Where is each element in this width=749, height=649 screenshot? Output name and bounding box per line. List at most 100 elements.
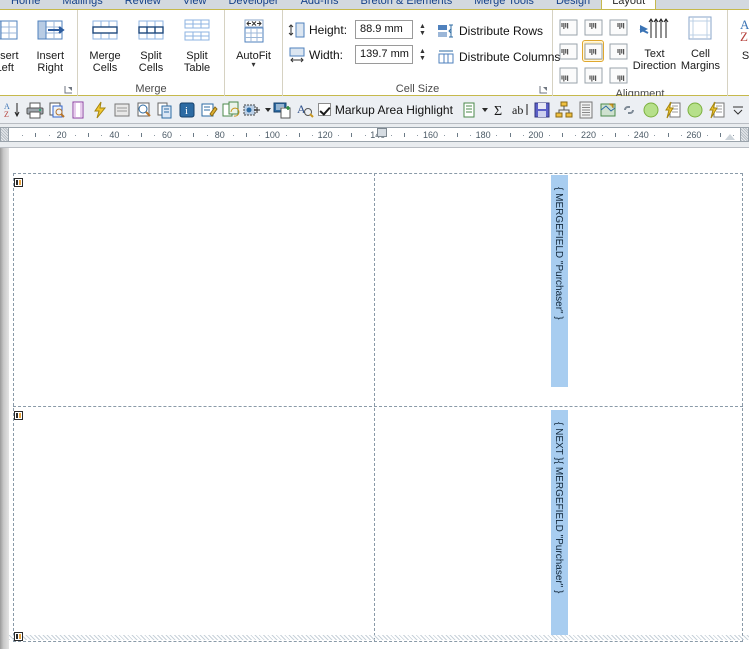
width-input[interactable]: 139.7 mm: [355, 45, 413, 64]
compare-docs-icon[interactable]: [220, 99, 242, 121]
width-spinner-up-icon[interactable]: ▲: [419, 48, 426, 55]
document-options-icon[interactable]: [459, 99, 481, 121]
autofit-dropdown-arrow-icon[interactable]: ▾: [251, 61, 255, 69]
merge-cells-button[interactable]: Merge Cells: [82, 13, 128, 74]
align-top-left-icon: [559, 19, 578, 36]
text-direction-label-2: Direction: [632, 60, 677, 72]
table-move-handle-row1[interactable]: [14, 178, 23, 187]
ruler-major-tick: [35, 133, 37, 137]
document-options-dropdown-icon[interactable]: [481, 99, 490, 121]
zoom-icon[interactable]: [133, 99, 155, 121]
insert-object-dropdown-icon[interactable]: [263, 99, 272, 121]
ruler-major-tick: [667, 133, 669, 137]
map-icon[interactable]: [597, 99, 619, 121]
link-icon[interactable]: [619, 99, 641, 121]
height-input[interactable]: 88.9 mm: [355, 20, 413, 39]
table-top-border: [13, 173, 743, 174]
right-indent-marker[interactable]: [725, 134, 735, 140]
distribute-columns-button[interactable]: Distribute Columns: [437, 47, 560, 67]
merge-field-purchaser-row2[interactable]: { NEXT }{ MERGEFIELD "Purchaser" }: [551, 410, 568, 635]
split-table-button[interactable]: Split Table: [174, 13, 220, 74]
word-window: Home Mailings Review View Developer Add-Ins Br…: [0, 0, 749, 649]
org-chart-icon[interactable]: [553, 99, 575, 121]
ruler-scale[interactable]: 20406080100120140160180200220240260: [8, 127, 741, 142]
cell-size-dialog-launcher[interactable]: [538, 84, 549, 95]
width-spinner-down-icon[interactable]: ▼: [419, 55, 426, 62]
distribute-rows-icon: [437, 23, 455, 39]
table-move-handle-row2[interactable]: [14, 411, 23, 420]
page-setup-icon[interactable]: [67, 99, 89, 121]
distribute-columns-label: Distribute Columns: [459, 50, 561, 64]
ab-icon[interactable]: ab: [511, 99, 531, 121]
document-canvas[interactable]: { MERGEFIELD "Purchaser" } { NEXT }{ MER…: [0, 148, 749, 649]
merge-field-purchaser-row1[interactable]: { MERGEFIELD "Purchaser" }: [551, 175, 568, 387]
text-direction-icon: [638, 14, 670, 46]
ruler-minor-tick: [338, 135, 340, 136]
markup-area-highlight-label: Markup Area Highlight: [334, 102, 453, 117]
table-bottom-border: [13, 641, 743, 642]
text-direction-label-1: Text: [644, 48, 665, 60]
document-page[interactable]: { MERGEFIELD "Purchaser" } { NEXT }{ MER…: [9, 148, 749, 649]
ruler-minor-tick: [390, 135, 392, 136]
align-top-center-button[interactable]: [582, 16, 604, 38]
green-circle-2-icon[interactable]: [684, 99, 706, 121]
align-top-left-button[interactable]: [557, 16, 579, 38]
ruler-minor-tick: [364, 135, 366, 136]
save-field-icon[interactable]: [531, 99, 553, 121]
full-screen-icon[interactable]: [111, 99, 133, 121]
width-spinner[interactable]: ▲ ▼: [416, 45, 429, 64]
ruler-minor-tick: [153, 135, 155, 136]
align-bottom-right-button[interactable]: [607, 64, 629, 86]
height-spinner[interactable]: ▲ ▼: [416, 20, 429, 39]
ruler-major-tick: [720, 133, 722, 137]
lightning-doc-icon[interactable]: [662, 99, 684, 121]
align-center-right-button[interactable]: [607, 40, 629, 62]
autofit-button[interactable]: AutoFit ▾: [229, 13, 278, 69]
distribute-rows-button[interactable]: Distribute Rows: [437, 21, 560, 41]
edit-note-icon[interactable]: [198, 99, 220, 121]
print-icon[interactable]: [24, 99, 46, 121]
text-direction-button[interactable]: Text Direction: [631, 13, 678, 72]
lightning-doc-2-icon[interactable]: [706, 99, 728, 121]
copy-format-icon[interactable]: [154, 99, 176, 121]
height-spinner-down-icon[interactable]: ▼: [419, 30, 426, 37]
insert-left-button[interactable]: Insert Left: [0, 13, 28, 74]
split-cells-button[interactable]: Split Cells: [128, 13, 174, 74]
vertical-ruler[interactable]: [0, 148, 9, 649]
form-field-icon[interactable]: [272, 99, 294, 121]
sort-button[interactable]: A Z Sort: [732, 13, 749, 62]
height-spinner-up-icon[interactable]: ▲: [419, 23, 426, 30]
left-indent-marker[interactable]: [377, 128, 387, 137]
list-lines-icon[interactable]: [575, 99, 597, 121]
toolbar-overflow-chevron-icon[interactable]: [727, 99, 749, 121]
cell-margins-button[interactable]: Cell Margins: [678, 13, 723, 72]
ruler-minor-tick: [417, 135, 419, 136]
insert-left-label-1: Insert: [0, 50, 19, 62]
quick-action-lightning-icon[interactable]: [89, 99, 111, 121]
markup-area-highlight-checkbox[interactable]: [317, 103, 331, 116]
ruler-minor-tick: [22, 135, 24, 136]
insert-object-icon[interactable]: [242, 99, 264, 121]
print-preview-icon[interactable]: [46, 99, 68, 121]
markup-area-highlight-toggle[interactable]: Markup Area Highlight: [316, 99, 455, 121]
green-circle-icon[interactable]: [640, 99, 662, 121]
merge-cells-label-2: Cells: [92, 62, 118, 74]
ribbon-tab-label: Developer: [228, 0, 279, 7]
horizontal-ruler[interactable]: 20406080100120140160180200220240260: [0, 124, 749, 148]
sort-ascending-icon[interactable]: A Z: [2, 99, 24, 121]
align-center-left-button[interactable]: [557, 40, 579, 62]
align-center-button[interactable]: [582, 40, 604, 62]
rows-columns-dialog-launcher[interactable]: [63, 84, 74, 95]
find-format-icon[interactable]: A: [294, 99, 316, 121]
align-top-right-button[interactable]: [607, 16, 629, 38]
table-move-handle-bottom[interactable]: [14, 632, 23, 641]
align-bottom-center-button[interactable]: [582, 64, 604, 86]
sigma-icon[interactable]: Σ: [490, 99, 512, 121]
ribbon-group-cell-size: Height: 88.9 mm ▲ ▼ Width: 139.7 mm ▲ ▼ …: [283, 10, 560, 96]
info-icon[interactable]: i: [176, 99, 198, 121]
ribbon-group-cell-size-title: Cell Size: [395, 83, 440, 95]
split-table-icon: [181, 16, 213, 48]
insert-right-button[interactable]: Insert Right: [28, 13, 74, 74]
svg-text:ab: ab: [512, 103, 523, 117]
align-bottom-left-button[interactable]: [557, 64, 579, 86]
